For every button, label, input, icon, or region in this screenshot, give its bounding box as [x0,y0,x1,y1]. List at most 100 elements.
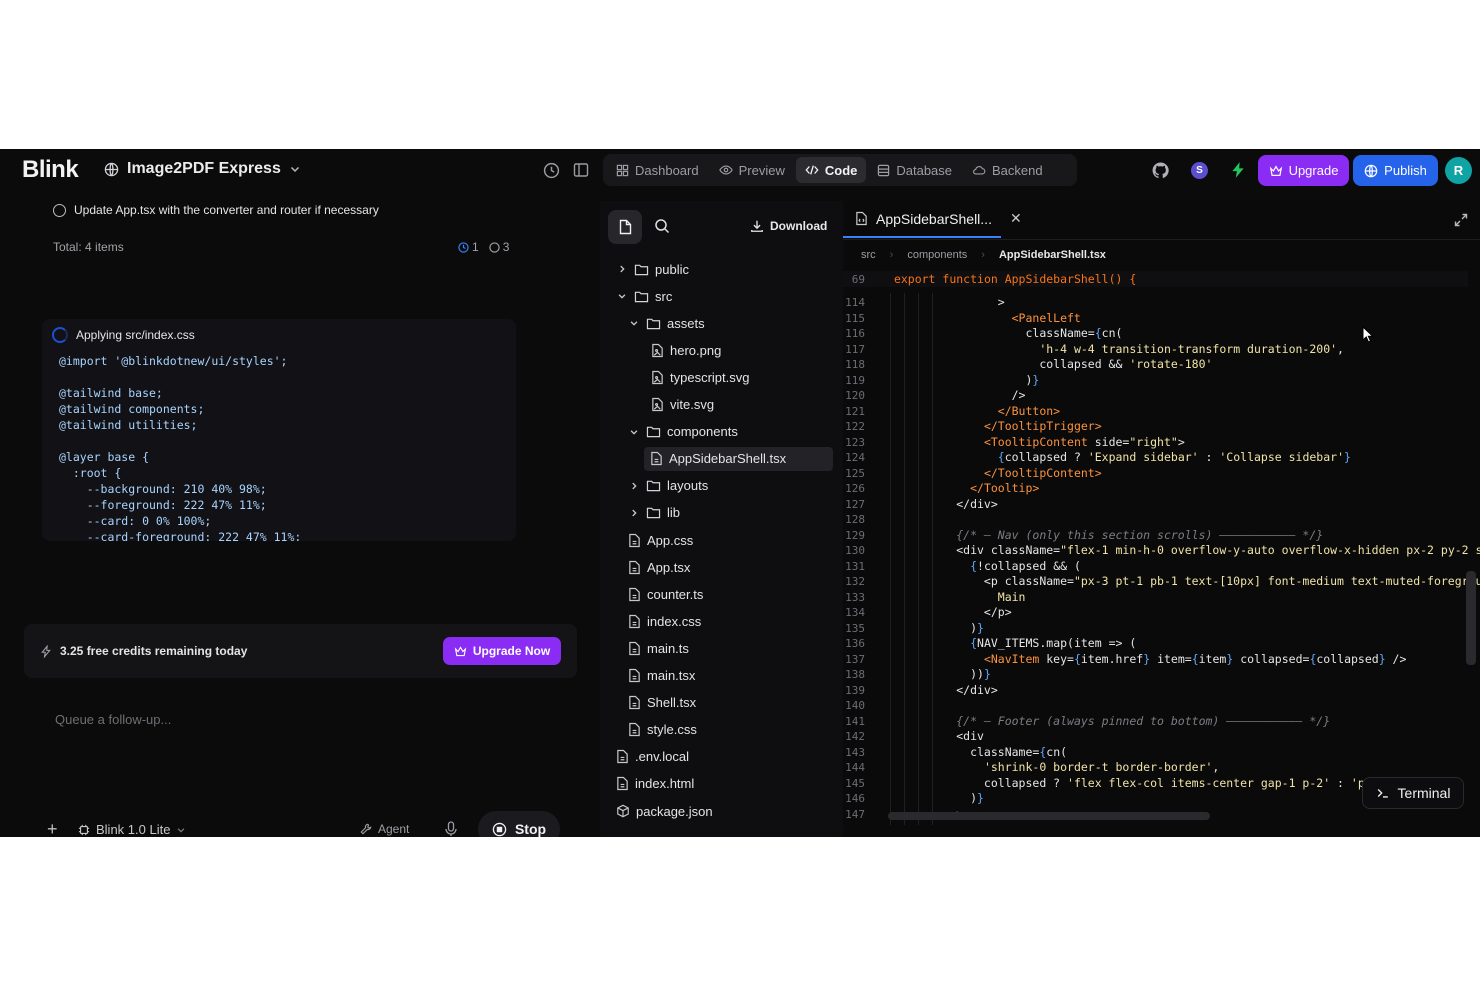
tab-backend[interactable]: Backend [963,157,1052,183]
line-number: 118 [845,358,865,371]
folder-row[interactable]: lib [628,501,680,525]
chevron-down-icon [628,318,640,328]
expand-icon[interactable] [1454,213,1468,227]
tree-item-label: public [655,261,689,277]
breadcrumb-item[interactable]: components [907,249,967,261]
model-selector[interactable]: Blink 1.0 Lite [78,822,186,837]
line-number: 140 [845,699,865,712]
code-line: </div> [887,496,998,511]
terminal-button[interactable]: Terminal [1362,777,1464,809]
agent-label: Agent [378,822,410,836]
sticky-code: export function AppSidebarShell() { [893,272,1137,286]
file-row[interactable]: App.css [628,528,693,552]
tab-code[interactable]: Code [795,157,867,183]
file-icon [628,695,641,710]
file-row[interactable]: counter.ts [628,582,703,606]
file-row[interactable]: App.tsx [628,555,690,579]
credits-banner: 3.25 free credits remaining today Upgrad… [24,624,577,678]
line-number: 114 [845,296,865,309]
microphone-icon[interactable] [444,821,458,837]
file-row[interactable]: hero.png [651,338,721,362]
wrench-icon [360,823,372,835]
chevron-right-icon [616,264,628,274]
file-row[interactable]: main.ts [628,636,689,660]
file-row[interactable]: index.html [616,772,694,796]
folder-row[interactable]: public [616,257,689,281]
code-content[interactable]: > <PanelLeft className={cn( 'h-4 w-4 tra… [887,295,1480,822]
line-number: 145 [845,776,865,790]
applying-code-card: Applying src/index.css @import '@blinkdo… [42,319,516,541]
close-icon[interactable]: ✕ [1010,210,1022,227]
tab-label: Preview [738,162,785,178]
file-row[interactable]: typescript.svg [651,365,749,389]
tab-database[interactable]: Database [868,157,961,183]
file-row[interactable]: main.tsx [628,664,695,688]
line-number: 131 [845,559,865,573]
upgrade-now-button[interactable]: Upgrade Now [443,637,561,665]
line-number: 133 [845,590,865,604]
terminal-icon [1376,786,1390,800]
sticky-line-number: 69 [851,273,865,286]
chevron-down-icon [616,291,628,301]
editor-tab[interactable]: AppSidebarShell... ✕ [843,201,1022,238]
folder-row[interactable]: assets [628,311,705,335]
panel-toggle-icon[interactable] [572,161,590,179]
file-icon [628,614,641,629]
user-avatar[interactable]: R [1445,157,1472,184]
folder-icon [646,479,661,492]
tree-item-label: layouts [667,478,709,494]
add-attachment-button[interactable]: + [47,819,58,837]
folder-row[interactable]: src [616,284,672,308]
code-line: <NavItem key={item.href} item={item} col… [983,651,1407,666]
line-number: 120 [845,389,865,402]
history-icon[interactable] [542,161,560,179]
mouse-cursor-icon [1362,325,1374,348]
crown-icon [1269,164,1283,178]
code-line: {NAV_ITEMS.map(item => ( [970,636,1137,650]
avatar-s[interactable]: S [1191,162,1208,179]
search-icon[interactable] [654,218,670,234]
code-icon [805,163,819,177]
todo-total: Total: 4 items [53,240,124,254]
files-view-button[interactable] [608,210,642,244]
file-row[interactable]: style.css [628,718,697,742]
folder-row[interactable]: components [628,420,738,444]
stop-icon [492,822,507,837]
breadcrumb-item[interactable]: AppSidebarShell.tsx [999,249,1106,261]
bolt-icon[interactable] [1229,161,1247,179]
line-number: 137 [845,652,865,666]
stop-button[interactable]: Stop [478,811,560,837]
file-code-icon [855,211,868,226]
file-icon [628,587,641,602]
follow-up-input[interactable]: Queue a follow-up... [55,712,171,727]
upgrade-button[interactable]: Upgrade [1258,155,1349,186]
chat-panel: Update App.tsx with the converter and ro… [0,191,590,837]
file-row[interactable]: AppSidebarShell.tsx [644,446,833,471]
tab-preview[interactable]: Preview [710,157,794,183]
image-file-icon [651,343,664,358]
breadcrumb-item[interactable]: src [861,249,876,261]
tab-label: Database [896,162,953,178]
tab-label: Code [824,162,858,178]
file-row[interactable]: package.json [616,799,713,823]
tab-label: Backend [992,162,1043,178]
tree-item-label: hero.png [670,342,722,358]
file-row[interactable]: Shell.tsx [628,691,696,715]
vertical-scrollbar[interactable] [1466,571,1476,665]
line-number: 123 [845,435,865,449]
publish-button[interactable]: Publish [1353,155,1438,186]
folder-row[interactable]: layouts [628,474,708,498]
tree-item-label: main.tsx [647,668,696,683]
project-selector[interactable]: Image2PDF Express [104,160,301,178]
file-row[interactable]: .env.local [616,745,689,769]
download-button[interactable]: Download [750,219,827,233]
blink-logo[interactable]: Blink [22,156,79,184]
horizontal-scrollbar[interactable] [888,812,1210,820]
file-row[interactable]: index.css [628,609,701,633]
file-row[interactable]: vite.svg [651,393,714,417]
github-icon[interactable] [1151,161,1169,179]
tab-dashboard[interactable]: Dashboard [607,157,708,183]
line-number: 125 [845,466,865,480]
agent-toggle[interactable]: Agent [360,822,409,836]
image-file-icon [651,397,664,412]
